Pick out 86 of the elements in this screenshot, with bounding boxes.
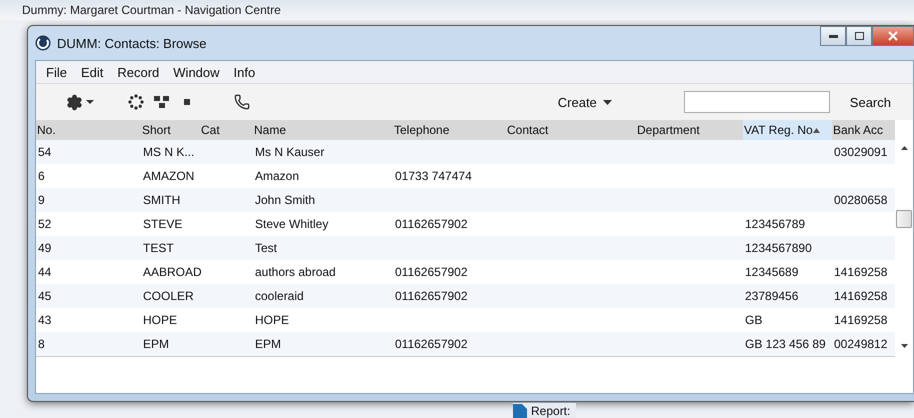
table-cell-text: 01162657902 [394,336,469,353]
table-cell-text: HOPE [254,312,290,329]
table-cell-text: 03029091 [833,144,888,161]
column-header[interactable]: Contact [506,120,636,140]
table-cell-text: GB [744,312,764,329]
close-icon [888,31,898,41]
column-header[interactable]: Short [141,120,200,140]
table-cell-text: 14169258 [833,288,888,305]
table-cell-text: Ms N Kauser [254,144,326,161]
table-cell-text: 01162657902 [394,288,469,305]
search-field[interactable] [684,91,830,113]
table-row[interactable]: 45 COOLER cooleraid 01162657902 23789456 14169258 [36,284,895,308]
table-row[interactable]: 49 TEST Test 1234567890 [36,236,895,260]
spinner-icon[interactable] [128,94,144,110]
table-cell-text: 9 [37,192,46,209]
maximize-icon [854,32,864,40]
table-cell-text: COOLER [142,288,195,305]
window-title: DUMM: Contacts: Browse [57,36,208,50]
app-logo-icon [35,35,51,51]
table-cell-text: 23789456 [744,288,800,305]
settings-icon[interactable] [66,94,94,110]
table-cell-text: 14169258 [833,264,888,281]
table-cell-text: SMITH [142,192,182,209]
table-cell-text: 123456789 [744,216,806,233]
table-cell-text: 01162657902 [394,264,469,281]
column-header[interactable]: Telephone [393,120,506,140]
search-button[interactable]: Search [850,94,913,110]
table-cell-text: 54 [37,144,52,161]
table-cell-text: authors abroad [254,264,337,281]
column-header[interactable]: Name [253,120,393,140]
table-row[interactable]: 9 SMITH John Smith 00280658 [36,188,895,212]
table-cell-text: 45 [37,288,52,305]
table-cell-text: 49 [37,240,52,257]
table-cell-text: 43 [37,312,52,329]
report-label: Report: [513,403,576,418]
table-cell-text: AMAZON [142,168,196,185]
table-cell-text: cooleraid [254,288,305,305]
table-cell-text: 44 [37,264,52,281]
table-cell-text: 1234567890 [744,240,813,257]
table-cell-text: 01162657902 [394,216,469,233]
column-header[interactable]: Cat [200,120,253,140]
menu-item[interactable]: File [39,64,74,80]
close-button[interactable] [872,26,914,46]
table-cell-text: 14169258 [833,312,888,329]
table-cell-text: 01733 747474 [394,168,473,185]
grid-icon[interactable] [154,95,170,109]
caret-icon [602,100,612,104]
column-header[interactable]: Bank Acc [832,120,895,140]
table-cell-text: Steve Whitley [254,216,330,233]
table-cell-text: HOPE [142,312,178,329]
phone-icon[interactable] [234,94,250,110]
table-cell-text: AABROAD [142,264,200,281]
table-cell-text: Amazon [254,168,300,185]
maximize-button[interactable] [846,26,872,46]
table-cell-text: 00280658 [833,192,888,209]
menu-item[interactable]: Record [110,64,166,80]
table-row[interactable]: 54 MS N K... Ms N Kauser 03029091 [36,140,895,164]
minimize-icon [828,34,838,38]
column-header[interactable]: Department [636,120,743,140]
background-window-title: Dummy: Margaret Courtman - Navigation Centre [0,0,914,20]
column-header[interactable]: No. [36,120,141,140]
table-row[interactable]: 8 EPM EPM 01162657902 GB 123 456 89 00249812 [36,332,895,356]
table-cell-text: TEST [142,240,175,257]
document-icon [513,404,527,418]
menu-item[interactable]: Edit [74,64,110,80]
table-cell-text: GB 123 456 89 [744,336,827,353]
create-button[interactable]: Create [558,94,612,110]
menu-item[interactable]: Info [226,64,262,80]
table-cell-text: EPM [254,336,282,353]
scroll-thumb[interactable] [896,210,912,228]
menu-item[interactable]: Window [166,64,227,80]
table-cell-text: Test [254,240,278,257]
table-cell-text: 6 [37,168,46,185]
table-cell-text: EPM [142,336,170,353]
sort-arrow-icon [812,128,820,132]
table-cell-text: 00249812 [833,336,888,353]
table-cell-text: 12345689 [744,264,800,281]
scroll-up-icon[interactable] [900,146,908,150]
table-cell-text: STEVE [142,216,184,233]
table-cell-text: 52 [37,216,52,233]
column-header[interactable]: VAT Reg. No [743,120,832,140]
scroll-down-icon[interactable] [900,344,908,348]
table-cell-text: 8 [37,336,46,353]
table-cell-text: John Smith [254,192,316,209]
minimize-button[interactable] [820,26,846,46]
table-cell-text: MS N K... [142,144,196,161]
